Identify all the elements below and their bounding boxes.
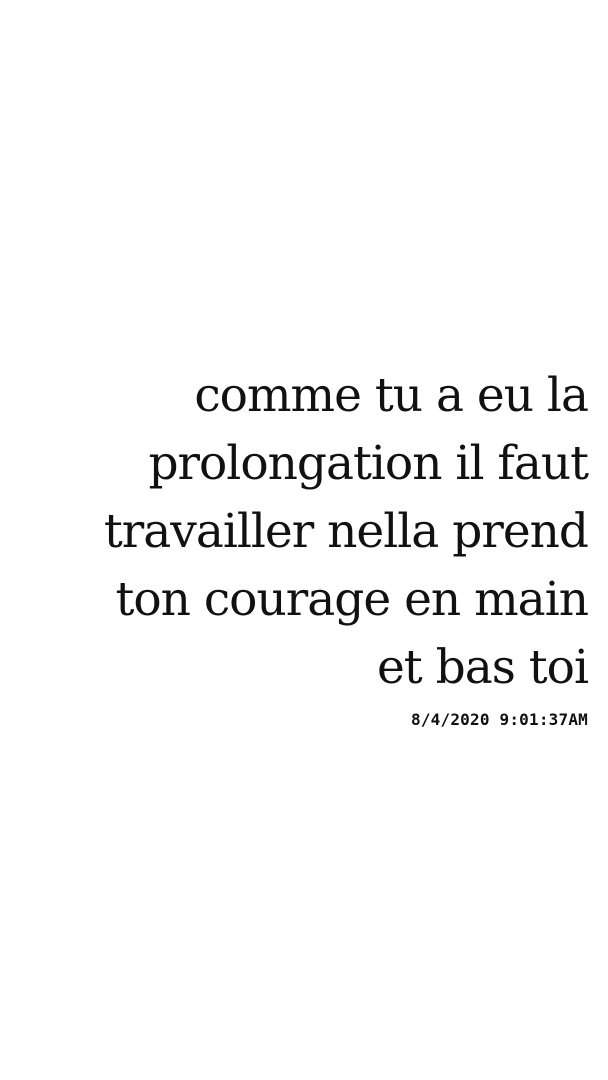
note-block: comme tu a eu la prolongation il faut tr… xyxy=(28,362,589,732)
timestamp: 8/4/2020 9:01:37AM xyxy=(411,710,588,729)
note-line-5: et bas toi xyxy=(376,640,589,695)
note-line-3: travailler nella prend xyxy=(103,504,589,559)
note-line-4: ton courage en main xyxy=(115,572,589,627)
note-line-2: prolongation il faut xyxy=(148,436,589,491)
note-line-1: comme tu a eu la xyxy=(194,368,589,423)
